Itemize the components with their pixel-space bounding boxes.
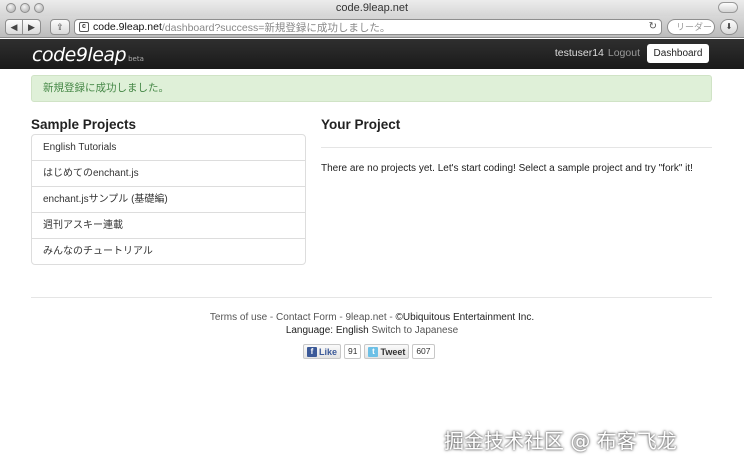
facebook-icon: f [307,346,317,357]
reader-button[interactable]: リーダー [667,19,715,35]
like-label: Like [319,346,338,357]
language-line: Language: English Switch to Japanese [0,325,744,336]
url-path: /dashboard?success=新規登録に成功しました。 [161,21,391,34]
window-titlebar: code.9leap.net [0,0,744,16]
language-label: Language: English [285,325,369,336]
like-count: 91 [344,344,362,359]
dashboard-button[interactable]: Dashboard [647,44,709,63]
logout-link[interactable]: Logout [608,47,640,59]
your-project-title: Your Project [321,117,401,132]
logo-text: code9leap [32,44,127,66]
sample-project-item[interactable]: enchant.jsサンプル (基礎編) [31,186,306,213]
downloads-button[interactable]: ⬇ [720,19,738,35]
twitter-bird-icon: t [368,346,379,357]
toolbar-toggle-button[interactable] [718,2,738,13]
watermark: 掘金技术社区 @ 布客飞龙 [444,429,677,453]
terms-link[interactable]: Terms of use [210,312,267,323]
footer-links: Terms of use - Contact Form - 9leap.net … [0,312,744,323]
sample-project-item[interactable]: English Tutorials [31,134,306,161]
tweet-count: 607 [412,344,435,359]
url-host: code.9leap.net [93,21,162,33]
tweet-button[interactable]: t Tweet [364,344,410,359]
facebook-like-button[interactable]: f Like [303,344,342,359]
site-link[interactable]: 9leap.net [346,312,387,323]
minimize-window-button[interactable] [20,3,30,13]
site-logo[interactable]: code9leap beta [32,44,144,66]
download-icon: ⬇ [725,22,733,31]
sample-projects-title: Sample Projects [31,117,137,132]
footer-separator: - [336,312,346,323]
window-title: code.9leap.net [335,2,409,14]
user-area: testuser14 Logout [555,47,640,59]
close-window-button[interactable] [6,3,16,13]
back-button[interactable]: ◀ [5,19,23,35]
window-controls [6,3,44,13]
zoom-window-button[interactable] [34,3,44,13]
footer-separator: - [386,312,396,323]
empty-projects-message: There are no projects yet. Let's start c… [321,163,693,174]
success-alert: 新規登録に成功しました。 [31,75,712,102]
forward-button[interactable]: ▶ [23,19,41,35]
site-navbar: code9leap beta testuser14 Logout Dashboard [0,39,744,69]
history-nav: ◀ ▶ [5,19,41,35]
favicon-icon: c [79,22,89,32]
beta-badge: beta [128,55,144,63]
reload-icon[interactable]: ↻ [649,21,657,32]
sample-project-item[interactable]: みんなのチュートリアル [31,238,306,265]
address-bar[interactable]: c code.9leap.net /dashboard?success=新規登録… [74,19,662,35]
section-divider [321,147,712,148]
footer-separator: - [267,312,277,323]
username: testuser14 [554,47,604,59]
share-button[interactable]: ⇪ [50,19,70,35]
social-buttons: f Like 91 t Tweet 607 [303,344,435,359]
sample-project-item[interactable]: 週刊アスキー連載 [31,212,306,239]
footer-divider [31,297,712,298]
share-icon: ⇪ [56,22,64,32]
sample-project-item[interactable]: はじめてのenchant.js [31,160,306,187]
sample-projects-list: English Tutorials はじめてのenchant.js enchan… [31,134,306,265]
contact-link[interactable]: Contact Form [276,312,337,323]
switch-language-link[interactable]: Switch to Japanese [371,325,458,336]
copyright: ©Ubiquitous Entertainment Inc. [395,312,535,323]
browser-toolbar: ◀ ▶ ⇪ c code.9leap.net /dashboard?succes… [0,16,744,38]
tweet-label: Tweet [380,346,406,357]
